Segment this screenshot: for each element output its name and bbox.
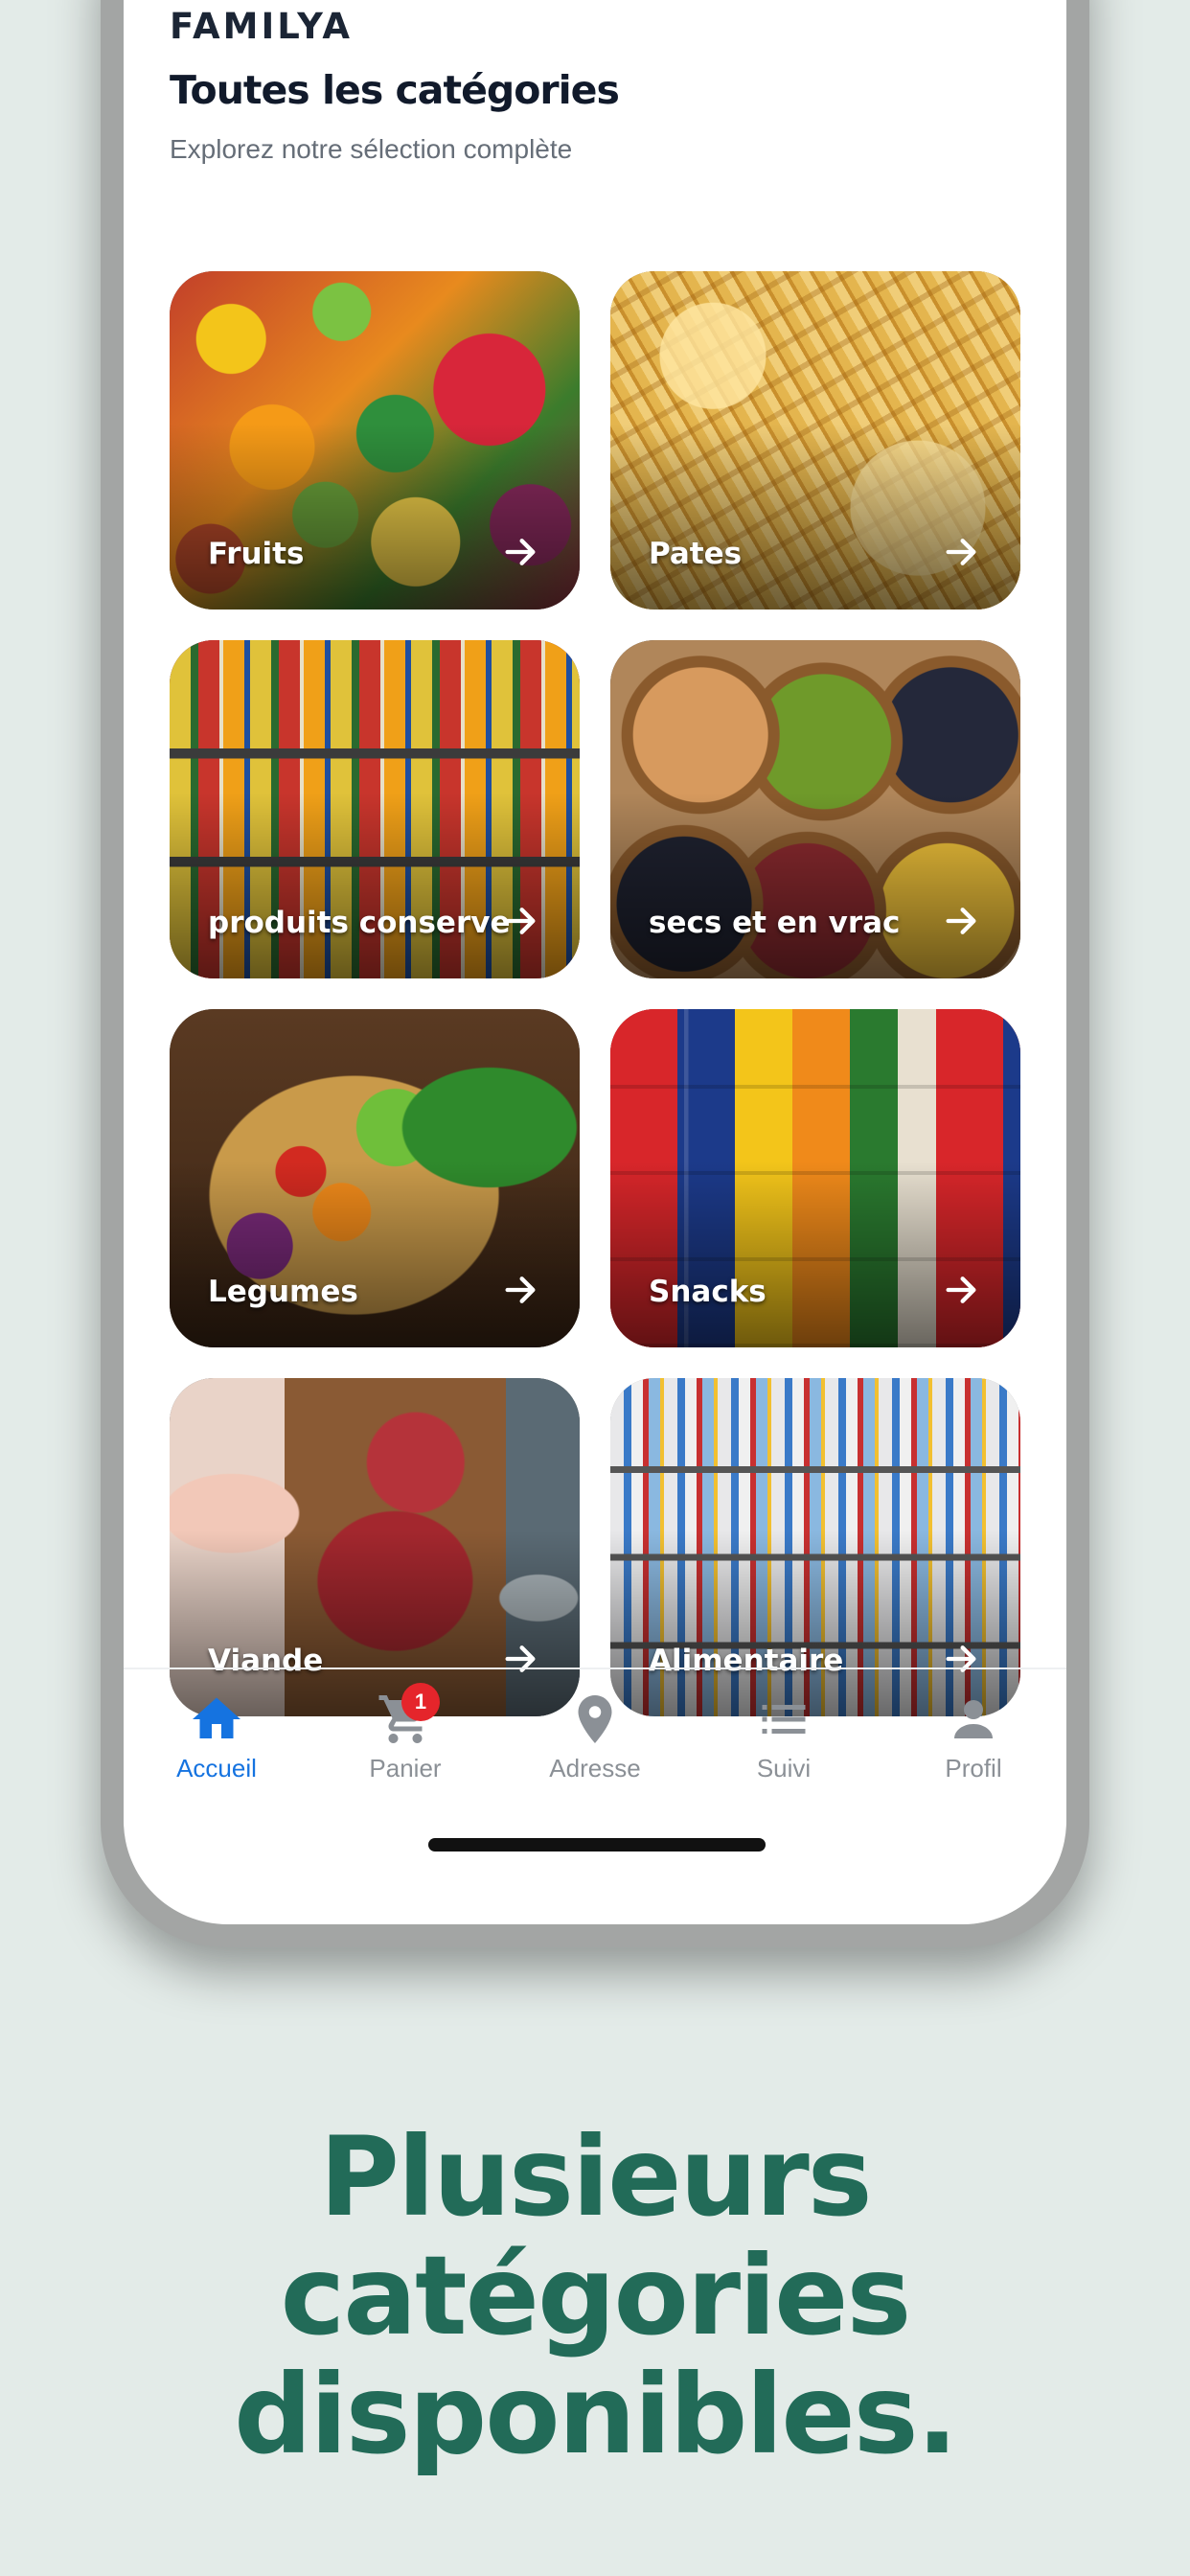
tab-label: Suivi bbox=[756, 1754, 812, 1782]
phone-screen: FAMILYA Toutes les catégories Explorez n… bbox=[124, 0, 1066, 1924]
tab-accueil[interactable]: Accueil bbox=[126, 1690, 308, 1783]
location-pin-icon bbox=[566, 1690, 624, 1748]
home-icon bbox=[188, 1690, 245, 1748]
tab-adresse[interactable]: Adresse bbox=[504, 1690, 686, 1783]
cart-count-badge: 1 bbox=[401, 1683, 440, 1721]
category-card-produits-conserve[interactable]: produits conserve bbox=[170, 640, 580, 978]
category-card-fruits[interactable]: Fruits bbox=[170, 271, 580, 610]
bottom-tab-bar: Accueil 1 Panier Adresse Suivi Profil bbox=[124, 1668, 1066, 1823]
user-icon bbox=[945, 1690, 1002, 1748]
arrow-right-icon bbox=[505, 539, 536, 565]
tab-label: Panier bbox=[369, 1754, 442, 1782]
category-card-secs-vrac[interactable]: secs et en vrac bbox=[610, 640, 1020, 978]
category-label: Snacks bbox=[649, 1275, 767, 1309]
category-card-snacks[interactable]: Snacks bbox=[610, 1009, 1020, 1347]
tagline-line-3: disponibles. bbox=[234, 2351, 958, 2478]
arrow-right-icon bbox=[505, 1276, 536, 1303]
category-card-alimentaire[interactable]: Alimentaire bbox=[610, 1378, 1020, 1716]
tab-profil[interactable]: Profil bbox=[882, 1690, 1064, 1783]
tab-label: Profil bbox=[945, 1754, 1002, 1782]
promo-tagline: Plusieurs catégories disponibles. bbox=[0, 2118, 1190, 2474]
tab-suivi[interactable]: Suivi bbox=[693, 1690, 875, 1783]
tab-panier[interactable]: 1 Panier bbox=[314, 1683, 496, 1783]
page-subtitle: Explorez notre sélection complète bbox=[170, 134, 573, 164]
cart-icon: 1 bbox=[377, 1683, 440, 1748]
tagline-line-2: catégories bbox=[280, 2232, 912, 2359]
arrow-right-icon bbox=[946, 539, 976, 565]
category-label: Legumes bbox=[208, 1275, 358, 1309]
list-icon bbox=[755, 1690, 812, 1748]
category-card-pates[interactable]: Pates bbox=[610, 271, 1020, 610]
home-indicator[interactable] bbox=[428, 1838, 766, 1852]
page-title: Toutes les catégories bbox=[170, 67, 620, 113]
arrow-right-icon bbox=[946, 908, 976, 934]
app-brand: FAMILYA bbox=[170, 6, 353, 47]
category-label: Pates bbox=[649, 537, 743, 571]
category-label: produits conserve bbox=[208, 906, 511, 940]
arrow-right-icon bbox=[505, 908, 536, 934]
category-label: secs et en vrac bbox=[649, 906, 901, 940]
tagline-line-1: Plusieurs bbox=[319, 2113, 872, 2241]
tab-label: Accueil bbox=[176, 1754, 257, 1782]
arrow-right-icon bbox=[946, 1276, 976, 1303]
category-grid: Fruits Pates produits conserve secs et e… bbox=[170, 271, 1020, 1716]
tab-label: Adresse bbox=[549, 1754, 641, 1782]
category-label: Fruits bbox=[208, 537, 305, 571]
category-card-legumes[interactable]: Legumes bbox=[170, 1009, 580, 1347]
category-card-viande[interactable]: Viande bbox=[170, 1378, 580, 1716]
